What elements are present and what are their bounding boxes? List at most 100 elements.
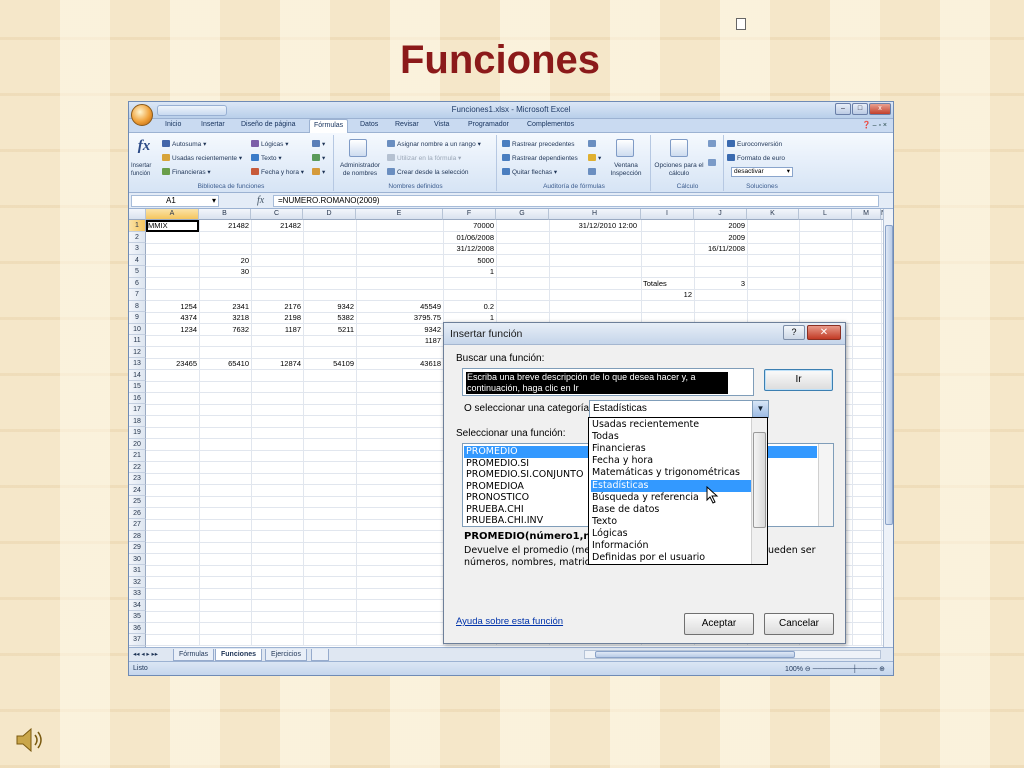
column-header-l[interactable]: L	[799, 209, 852, 220]
cell-b10[interactable]: 7632	[201, 324, 249, 335]
row-header-15[interactable]: 15	[129, 381, 146, 393]
speaker-icon[interactable]	[14, 726, 48, 754]
column-header-b[interactable]: B	[199, 209, 251, 220]
office-button[interactable]	[131, 104, 153, 126]
tab-vista[interactable]: Vista	[434, 121, 449, 128]
help-icon[interactable]: ❓ – ▫ ×	[862, 121, 887, 129]
sheet-tab-formulas[interactable]: Fórmulas	[173, 649, 215, 661]
tab-inicio[interactable]: Inicio	[165, 121, 181, 128]
row-header-34[interactable]: 34	[129, 599, 146, 611]
row-header-9[interactable]: 9	[129, 312, 146, 324]
column-header-f[interactable]: F	[443, 209, 496, 220]
cell-f3[interactable]: 31/12/2008	[445, 243, 494, 254]
close-button[interactable]: x	[869, 103, 891, 115]
dependientes-button[interactable]: Rastrear dependientes	[502, 154, 578, 162]
dropdown-option[interactable]: Todas	[591, 431, 751, 443]
precedentes-button[interactable]: Rastrear precedentes	[502, 140, 575, 148]
list-item[interactable]: PRUEBA.CHI.INV	[466, 515, 543, 527]
row-header-24[interactable]: 24	[129, 484, 146, 496]
row-header-2[interactable]: 2	[129, 231, 146, 243]
row-header-18[interactable]: 18	[129, 415, 146, 427]
accept-button[interactable]: Aceptar	[684, 613, 754, 635]
calc-options-icon[interactable]	[670, 139, 688, 157]
row-header-4[interactable]: 4	[129, 254, 146, 266]
dialog-close-button[interactable]: ✕	[807, 325, 841, 340]
tab-diseno[interactable]: Diseño de página	[241, 121, 296, 128]
row-header-19[interactable]: 19	[129, 427, 146, 439]
row-header-32[interactable]: 32	[129, 576, 146, 588]
cell-b5[interactable]: 30	[201, 266, 249, 277]
cell-j2[interactable]: 2009	[696, 232, 745, 243]
cell-d9[interactable]: 5382	[305, 312, 354, 323]
category-select[interactable]: Estadísticas ▼	[589, 400, 769, 418]
evaluar-formula-icon[interactable]	[588, 168, 598, 176]
euroconversion-button[interactable]: Euroconversión	[727, 140, 782, 148]
cell-c9[interactable]: 2198	[253, 312, 301, 323]
cell-j1[interactable]: 2009	[696, 220, 745, 231]
row-header-23[interactable]: 23	[129, 473, 146, 485]
row-header-3[interactable]: 3	[129, 243, 146, 255]
cell-c13[interactable]: 12874	[253, 358, 301, 369]
row-header-29[interactable]: 29	[129, 542, 146, 554]
dropdown-option[interactable]: Usadas recientemente	[591, 419, 751, 431]
dropdown-scrollbar[interactable]	[751, 418, 767, 564]
new-sheet-icon[interactable]	[311, 649, 329, 661]
row-header-36[interactable]: 36	[129, 622, 146, 634]
row-header-28[interactable]: 28	[129, 530, 146, 542]
row-header-1[interactable]: 1	[129, 220, 146, 232]
row-header-17[interactable]: 17	[129, 404, 146, 416]
cell-b8[interactable]: 2341	[201, 301, 249, 312]
error-check-icon[interactable]: ▾	[588, 154, 601, 162]
tab-complementos[interactable]: Complementos	[527, 121, 574, 128]
cell-e13[interactable]: 43618	[358, 358, 441, 369]
row-header-31[interactable]: 31	[129, 565, 146, 577]
column-header-d[interactable]: D	[303, 209, 356, 220]
dropdown-option[interactable]: Matemáticas y trigonométricas	[591, 467, 751, 479]
cell-i7[interactable]: 12	[643, 289, 692, 300]
sheet-tab-funciones[interactable]: Funciones	[215, 649, 263, 661]
column-header-h[interactable]: H	[549, 209, 641, 220]
row-header-6[interactable]: 6	[129, 277, 146, 289]
column-header-k[interactable]: K	[747, 209, 799, 220]
watch-window-icon[interactable]	[616, 139, 634, 157]
ventana-inspeccion-button[interactable]: Ventana Inspección	[606, 162, 646, 178]
column-header-j[interactable]: J	[694, 209, 747, 220]
cell-b4[interactable]: 20	[201, 255, 249, 266]
cancel-button[interactable]: Cancelar	[764, 613, 834, 635]
row-header-7[interactable]: 7	[129, 289, 146, 301]
cell-b1[interactable]: 21482	[201, 220, 249, 231]
tab-formulas[interactable]: Fórmulas	[309, 119, 349, 133]
minimize-button[interactable]: –	[835, 103, 851, 115]
dropdown-option[interactable]: Financieras	[591, 443, 751, 455]
name-box[interactable]: A1 ▾	[131, 195, 219, 207]
euro-dropdown[interactable]: desactivar ▾	[731, 167, 793, 177]
list-item[interactable]: PRUEBA.CHI	[466, 504, 524, 516]
cell-a8[interactable]: 1254	[148, 301, 197, 312]
calc-now-icon[interactable]	[708, 140, 718, 148]
row-header-8[interactable]: 8	[129, 300, 146, 312]
utilizar-formula-button[interactable]: Utilizar en la fórmula ▾	[387, 154, 461, 162]
cell-a9[interactable]: 4374	[148, 312, 197, 323]
column-header-g[interactable]: G	[496, 209, 549, 220]
cell-e9[interactable]: 3795.75	[358, 312, 441, 323]
search-input[interactable]: Escriba una breve descripción de lo que …	[462, 368, 754, 396]
sheet-nav-arrows-icon[interactable]: ◂◂ ◂ ▸ ▸▸	[133, 650, 158, 658]
cell-c1[interactable]: 21482	[253, 220, 301, 231]
tab-programador[interactable]: Programador	[468, 121, 509, 128]
row-header-35[interactable]: 35	[129, 611, 146, 623]
list-item[interactable]: PROMEDIO.SI	[466, 458, 529, 470]
mas-funciones-icon[interactable]: ▾	[312, 168, 325, 176]
cell-h1[interactable]: 31/12/2010 12:00	[537, 220, 637, 231]
cell-d13[interactable]: 54109	[305, 358, 354, 369]
function-list-scrollbar[interactable]	[818, 444, 833, 526]
row-header-11[interactable]: 11	[129, 335, 146, 347]
sheet-tab-ejercicios[interactable]: Ejercicios	[265, 649, 307, 661]
admin-nombres-button[interactable]: Administrador de nombres	[337, 162, 383, 178]
fecha-button[interactable]: Fecha y hora ▾	[251, 168, 304, 176]
zoom-level[interactable]: 100% ⊖ ────────┼──── ⊕	[785, 665, 885, 673]
maximize-button[interactable]: □	[852, 103, 868, 115]
cell-f2[interactable]: 01/06/2008	[445, 232, 494, 243]
row-header-20[interactable]: 20	[129, 438, 146, 450]
opciones-calculo-button[interactable]: Opciones para el cálculo	[654, 162, 704, 178]
calc-sheet-icon[interactable]	[708, 159, 718, 167]
